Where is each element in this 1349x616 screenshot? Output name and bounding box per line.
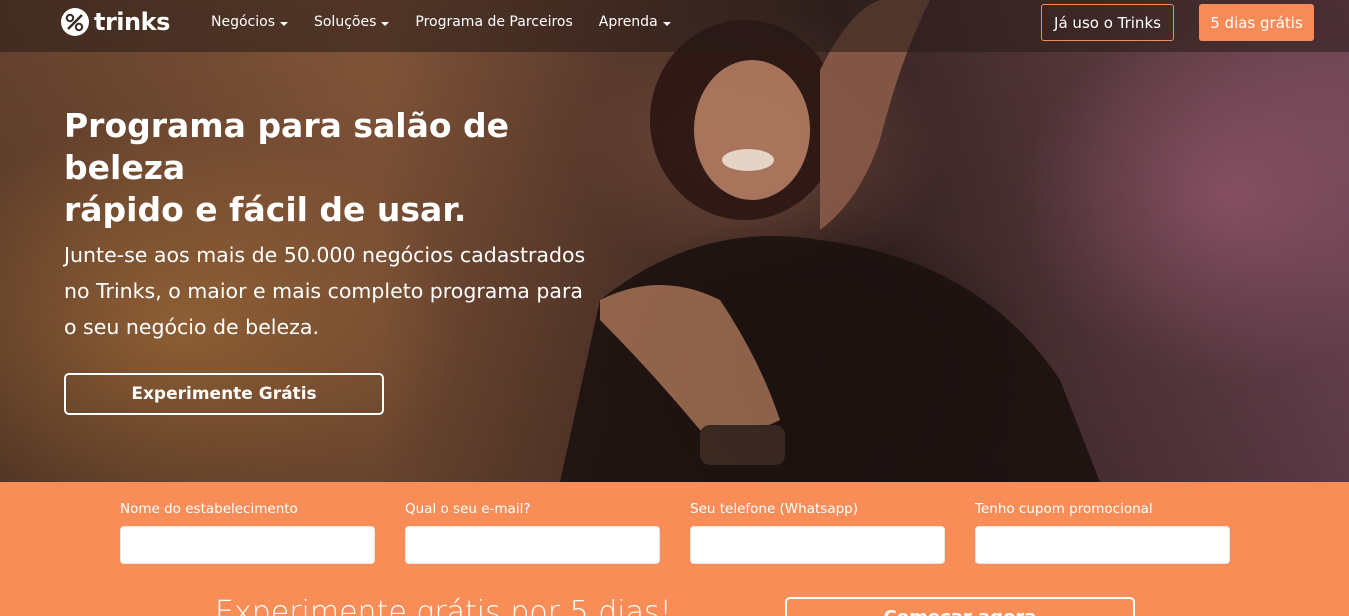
nav-item-label: Soluções xyxy=(313,14,377,30)
nav-item-negocios[interactable]: Negócios xyxy=(211,14,288,30)
nav-item-label: Negócios xyxy=(211,14,275,30)
hero-title-line: Programa para salão de beleza xyxy=(64,106,510,187)
hero-subtitle-line: Junte-se aos mais de 50.000 negócios cad… xyxy=(64,243,586,267)
field-establishment: Nome do estabelecimento xyxy=(120,501,375,564)
nav-item-solucoes[interactable]: Soluções xyxy=(313,14,390,30)
experimente-gratis-button[interactable]: Experimente Grátis xyxy=(64,373,384,415)
nav-item-aprenda[interactable]: Aprenda xyxy=(599,14,671,30)
signup-bar: Nome do estabelecimento Qual o seu e-mai… xyxy=(0,482,1349,616)
hero-section: trinks Negócios Soluções Programa de Par… xyxy=(0,0,1349,482)
hero-title: Programa para salão de beleza rápido e f… xyxy=(64,105,624,231)
main-nav: Negócios Soluções Programa de Parceiros … xyxy=(211,14,671,30)
hero-title-line: rápido e fácil de usar. xyxy=(64,190,467,229)
caret-down-icon xyxy=(662,21,671,26)
field-label: Tenho cupom promocional xyxy=(975,501,1153,517)
start-now-button[interactable]: Começar agora xyxy=(785,597,1135,616)
field-phone: Seu telefone (Whatsapp) xyxy=(690,501,945,564)
email-input[interactable] xyxy=(405,526,660,564)
field-label: Seu telefone (Whatsapp) xyxy=(690,501,858,517)
caret-down-icon xyxy=(279,21,288,26)
hero-subtitle: Junte-se aos mais de 50.000 negócios cad… xyxy=(64,237,624,345)
login-button[interactable]: Já uso o Trinks xyxy=(1041,4,1174,41)
scissors-circle-icon xyxy=(61,8,89,36)
establishment-name-input[interactable] xyxy=(120,526,375,564)
field-coupon: Tenho cupom promocional xyxy=(975,501,1230,564)
phone-input[interactable] xyxy=(690,526,945,564)
top-navbar: trinks Negócios Soluções Programa de Par… xyxy=(0,0,1349,52)
trial-button[interactable]: 5 dias grátis xyxy=(1199,4,1314,41)
field-email: Qual o seu e-mail? xyxy=(405,501,660,564)
coupon-input[interactable] xyxy=(975,526,1230,564)
caret-down-icon xyxy=(381,21,390,26)
trial-cta-text: Experimente grátis por 5 dias! xyxy=(215,595,672,616)
nav-item-parceiros[interactable]: Programa de Parceiros xyxy=(415,14,572,30)
brand-logo[interactable]: trinks xyxy=(60,7,170,37)
field-label: Qual o seu e-mail? xyxy=(405,501,531,517)
hero-content: Programa para salão de beleza rápido e f… xyxy=(64,105,624,345)
field-label: Nome do estabelecimento xyxy=(120,501,298,517)
nav-item-label: Programa de Parceiros xyxy=(415,14,573,30)
nav-item-label: Aprenda xyxy=(598,14,658,30)
hero-subtitle-line: o seu negócio de beleza. xyxy=(64,315,319,339)
brand-name: trinks xyxy=(94,8,170,36)
hero-subtitle-line: no Trinks, o maior e mais completo progr… xyxy=(64,279,583,303)
